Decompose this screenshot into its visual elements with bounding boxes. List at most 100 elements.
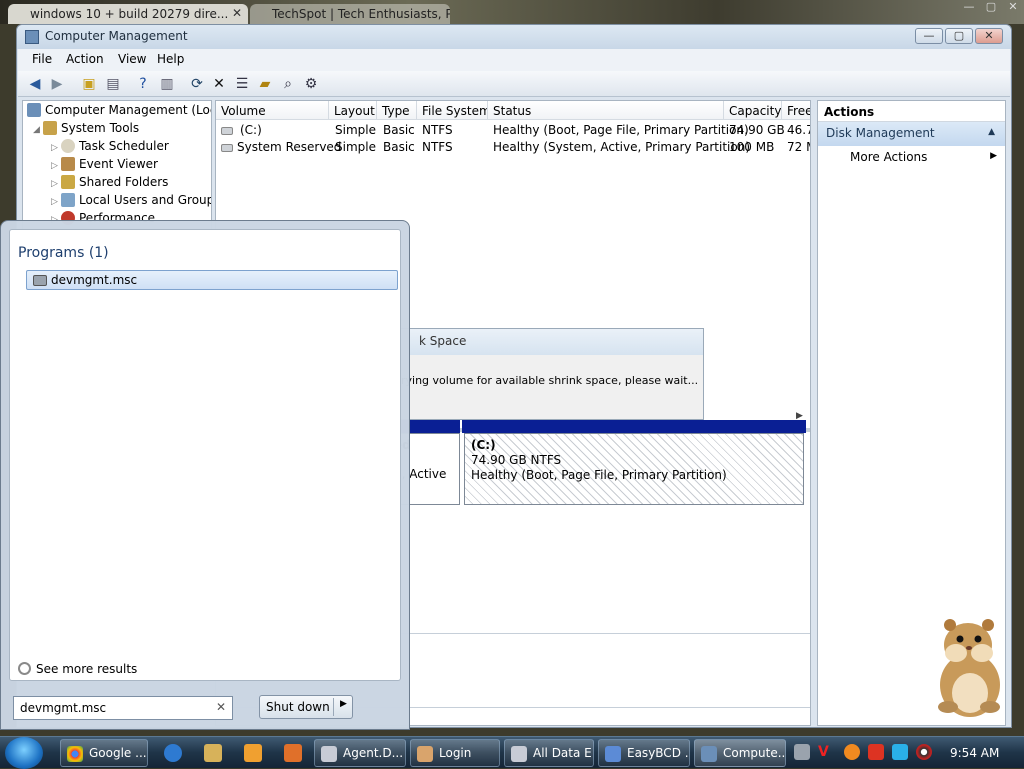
delete-icon[interactable]: ✕ [210,75,228,93]
browser-tab[interactable]: TechSpot | Tech Enthusiasts, P... [250,4,450,24]
column-header-file-system[interactable]: File System [417,101,488,120]
taskbar-button-chrome[interactable]: Google ... [60,739,148,767]
device-manager-icon [33,275,47,286]
taskbar-button-label: EasyBCD ... [627,746,690,760]
close-icon[interactable]: ✕ [1002,0,1024,16]
show-hide-tree-icon[interactable]: ▤ [104,75,122,93]
expand-arrow-icon[interactable]: ▷ [51,197,61,207]
expand-arrow-icon[interactable]: ▷ [51,161,61,171]
taskbar-button-label: Login [439,746,472,760]
help-icon[interactable]: ? [134,75,152,93]
submenu-arrow-icon: ▶ [990,151,997,161]
see-more-results-link[interactable]: See more results [18,662,137,676]
collapse-arrow-icon[interactable]: ◢ [33,125,43,135]
tree-item-shared-folders[interactable]: ▷ Shared Folders [51,175,168,189]
tray-app-icon[interactable] [794,744,810,760]
taskbar-button-all-data[interactable]: All Data E... [504,739,594,767]
start-search-input[interactable]: devmgmt.msc ✕ [13,696,233,720]
partition-size: 74.90 GB NTFS [471,453,562,467]
column-header-layout[interactable]: Layout [329,101,377,120]
open-folder-icon[interactable]: ▰ [256,75,274,93]
cell-volume: (C:) [240,123,262,137]
action-more-actions[interactable]: More Actions ▶ [818,146,1005,164]
menu-view[interactable]: View [118,52,146,66]
partition-c[interactable]: (C:) 74.90 GB NTFS Healthy (Boot, Page F… [464,433,804,505]
close-button[interactable]: ✕ [975,28,1003,44]
column-header-free[interactable]: Free [782,101,810,120]
refresh-icon[interactable]: ⟳ [188,75,206,93]
search-tray-icon[interactable] [844,744,860,760]
action-label: More Actions [850,150,928,164]
taskbar-button-agent[interactable]: Agent.D... [314,739,406,767]
collapse-up-icon[interactable]: ▲ [988,127,995,137]
taskbar-button-computer-management[interactable]: Compute... [694,739,786,767]
partition-header-bar [462,420,806,433]
tree-item-root[interactable]: Computer Management (Local [27,103,212,117]
taskbar-button-label: Agent.D... [343,746,404,760]
taskbar-button-login[interactable]: Login [410,739,500,767]
menu-file[interactable]: File [32,52,52,66]
tree-item-local-users[interactable]: ▷ Local Users and Groups [51,193,212,207]
tree-item-task-scheduler[interactable]: ▷ Task Scheduler [51,139,169,153]
settings-icon[interactable]: ⚙ [302,75,320,93]
minimize-icon[interactable]: — [958,0,980,16]
disk-graphical-view: ed n, Active (C:) 74.90 GB NTFS Healthy … [388,418,808,508]
window-title-bar[interactable]: Computer Management — ▢ ✕ [17,25,1011,49]
recorder-icon[interactable] [916,744,932,760]
antivirus-icon[interactable]: V [818,744,834,760]
app-launcher-icon[interactable] [284,744,302,762]
search-result-item[interactable]: devmgmt.msc [26,270,398,290]
column-header-status[interactable]: Status [488,101,724,120]
tree-item-label: Computer Management (Local [45,103,212,117]
drive-icon [221,144,233,152]
tree-item-event-viewer[interactable]: ▷ Event Viewer [51,157,158,171]
flag-icon[interactable] [868,744,884,760]
actions-section-label: Disk Management [826,126,935,140]
tree-item-label: Local Users and Groups [79,193,212,207]
toolbar: ◀ ▶ ▣ ▤ ? ▥ ⟳ ✕ ☰ ▰ ⌕ ⚙ [18,71,1010,97]
tree-item-label: Task Scheduler [79,139,169,153]
shutdown-options-arrow-icon[interactable]: ▶ [340,699,347,709]
shared-folder-icon [61,175,75,189]
users-icon [61,193,75,207]
browser-tab-label: windows 10 + build 20279 dire... [30,7,229,21]
actions-section-disk-management[interactable]: Disk Management ▲ [818,122,1005,146]
menu-help[interactable]: Help [157,52,184,66]
file-explorer-icon[interactable] [204,744,222,762]
cell-status: Healthy (System, Active, Primary Partiti… [493,140,751,154]
tree-item-label: System Tools [61,121,140,135]
expand-arrow-icon[interactable]: ▷ [51,143,61,153]
start-orb-button[interactable] [5,737,43,769]
back-arrow-icon[interactable]: ◀ [26,75,44,93]
clock[interactable]: 9:54 AM [950,746,999,760]
tree-item-system-tools[interactable]: ◢ System Tools [33,121,139,135]
taskbar-button-easybcd[interactable]: EasyBCD ... [598,739,690,767]
clear-search-icon[interactable]: ✕ [216,700,226,714]
programs-header: Programs (1) [18,245,109,261]
menu-bar: File Action View Help [18,49,1010,71]
forward-arrow-icon[interactable]: ▶ [48,75,66,93]
show-hide-action-pane-icon[interactable]: ▥ [158,75,176,93]
close-icon[interactable]: ✕ [232,6,242,20]
window-title: Computer Management [45,29,188,43]
minimize-button[interactable]: — [915,28,943,44]
menu-action[interactable]: Action [66,52,104,66]
clock-icon [61,139,75,153]
cell-type: Basic [383,140,415,154]
maximize-icon[interactable]: ▢ [980,0,1002,16]
shut-down-button[interactable]: Shut down ▶ [259,695,353,719]
cell-capacity: 100 MB [729,140,775,154]
column-header-volume[interactable]: Volume [216,101,329,120]
up-folder-icon[interactable]: ▣ [80,75,98,93]
media-player-icon[interactable] [244,744,262,762]
properties-icon[interactable]: ☰ [233,75,251,93]
maximize-button[interactable]: ▢ [945,28,973,44]
expand-arrow-icon[interactable]: ▷ [51,179,61,189]
column-header-capacity[interactable]: Capacity [724,101,782,120]
browser-tab[interactable]: windows 10 + build 20279 dire... ✕ [8,4,248,24]
internet-explorer-icon[interactable] [164,744,182,762]
search-icon[interactable]: ⌕ [279,75,297,93]
column-header-type[interactable]: Type [377,101,417,120]
network-icon[interactable] [892,744,908,760]
easybcd-icon [605,746,621,762]
